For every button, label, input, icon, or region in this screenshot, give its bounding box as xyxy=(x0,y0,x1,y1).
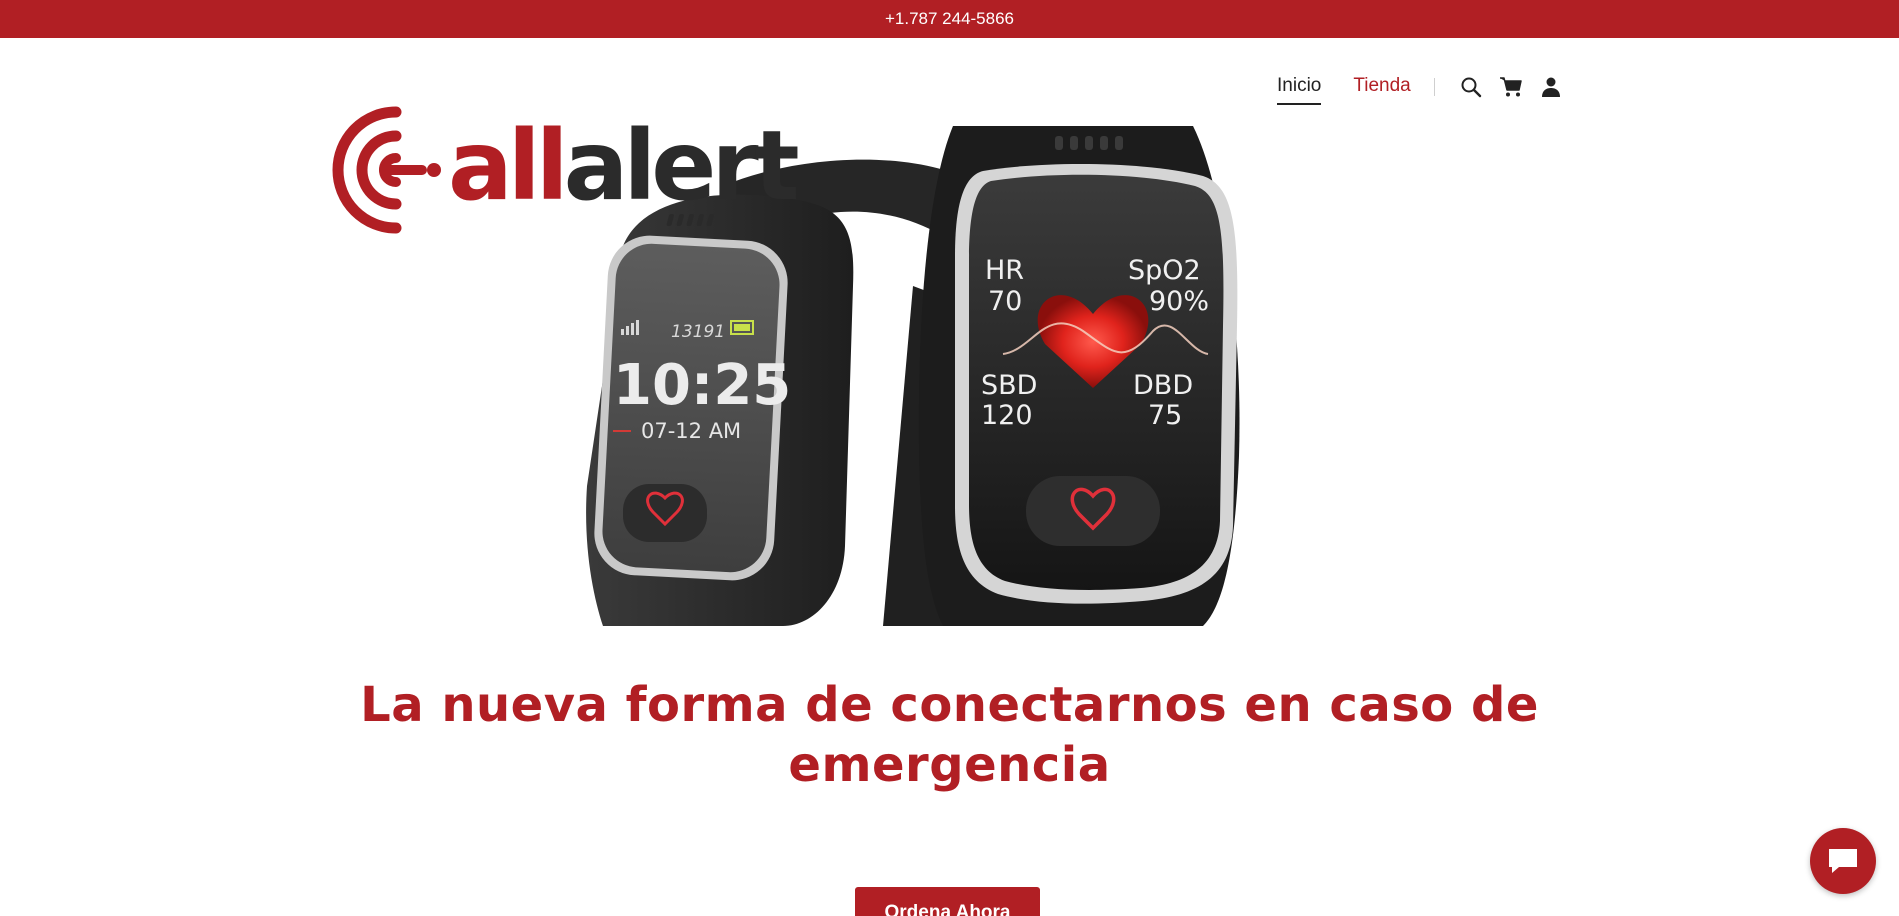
hr-label: HR xyxy=(985,255,1024,286)
order-now-label: Ordena Ahora xyxy=(884,902,1011,916)
nav-item-inicio[interactable]: Inicio xyxy=(1277,75,1322,105)
hero-headline-line2: emergencia xyxy=(788,737,1111,793)
hr-value: 70 xyxy=(988,286,1022,317)
brand-logo[interactable]: allalert xyxy=(326,100,800,240)
sbd-label: SBD xyxy=(981,370,1037,401)
search-icon[interactable] xyxy=(1459,75,1483,99)
dbd-value: 75 xyxy=(1148,400,1182,431)
steps-count: 13191 xyxy=(671,322,725,342)
hero-headline: La nueva forma de conectarnos en caso de… xyxy=(300,675,1599,795)
logo-mark-icon xyxy=(332,106,441,234)
logo-wordmark: allalert xyxy=(448,106,800,226)
chat-bubble-icon xyxy=(1829,849,1857,873)
order-now-button[interactable]: Ordena Ahora xyxy=(855,887,1040,916)
phone-number[interactable]: +1.787 244-5866 xyxy=(885,9,1014,29)
cart-icon[interactable] xyxy=(1499,75,1523,99)
logo-text-alert: alert xyxy=(563,110,800,222)
hero-headline-line1: La nueva forma de conectarnos en caso de xyxy=(360,677,1539,733)
sbd-value: 120 xyxy=(981,400,1033,431)
nav-item-tienda[interactable]: Tienda xyxy=(1353,75,1410,105)
announcement-bar: +1.787 244-5866 xyxy=(0,0,1899,38)
watch-time: 10:25 xyxy=(613,353,791,418)
spo2-label: SpO2 xyxy=(1128,255,1201,286)
nav-divider xyxy=(1433,78,1435,96)
main-nav: Inicio Tienda xyxy=(1277,70,1579,105)
chat-button[interactable] xyxy=(1810,828,1876,894)
dbd-label: DBD xyxy=(1133,370,1193,401)
watch-date: 07-12 AM xyxy=(641,419,741,443)
account-icon[interactable] xyxy=(1539,75,1563,99)
logo-text-all: all xyxy=(448,110,569,222)
spo2-value: 90% xyxy=(1149,286,1209,317)
